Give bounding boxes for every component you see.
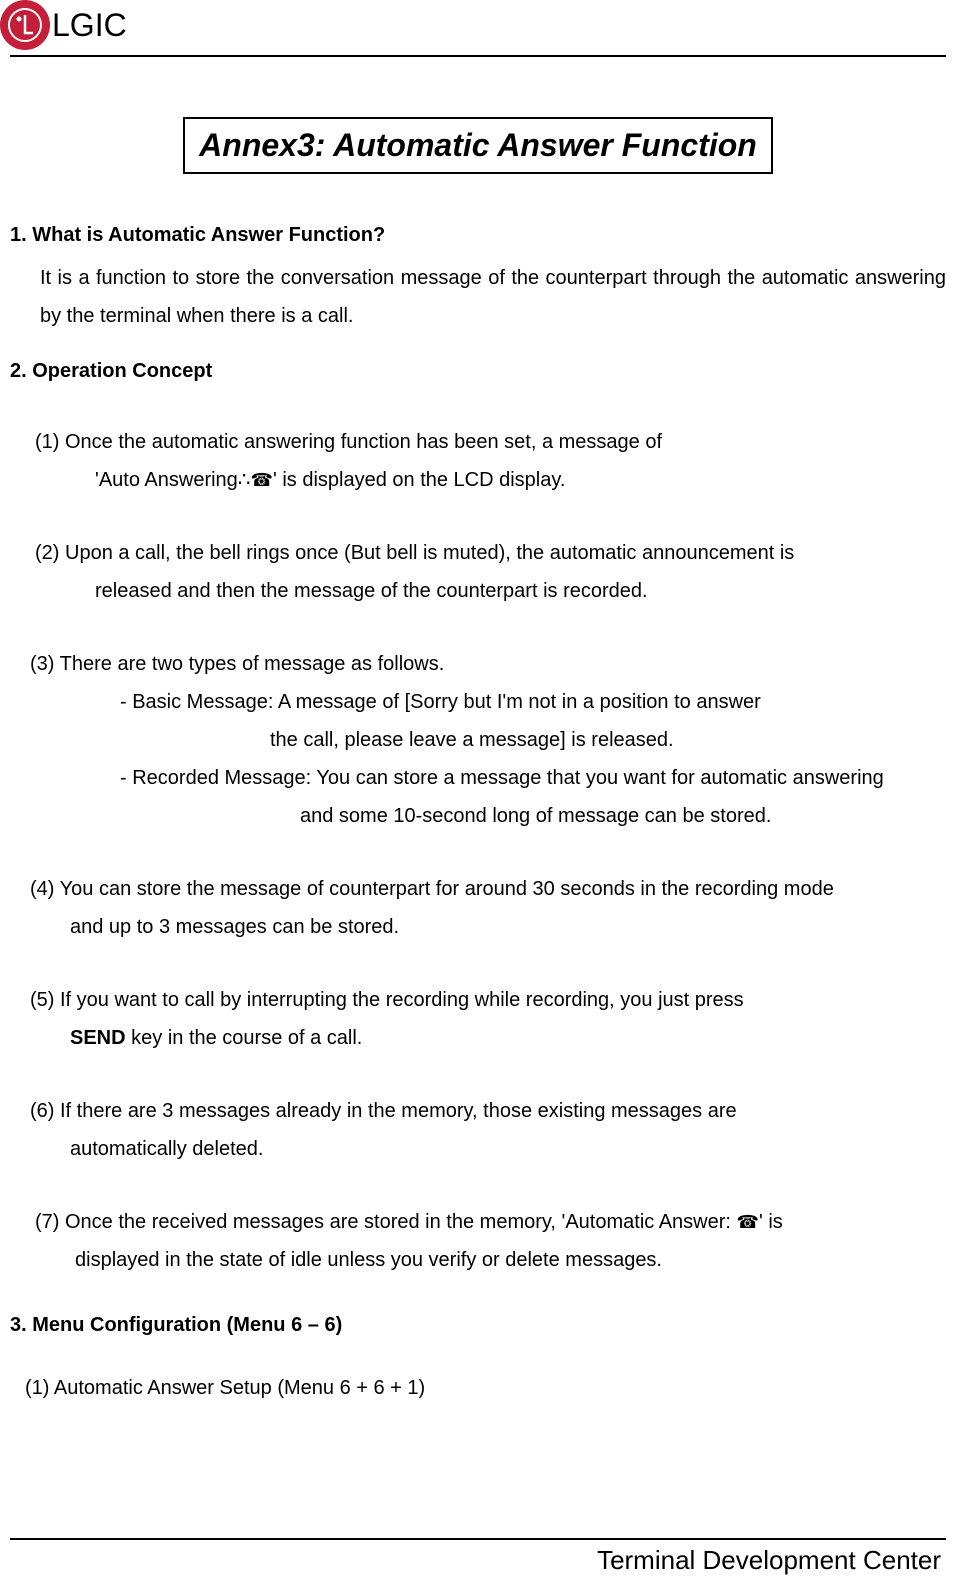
concept-item-7: (7) Once the received messages are store… (35, 1203, 946, 1279)
item-3-sub1: - Basic Message: A message of [Sorry but… (120, 691, 761, 713)
item-1-line1: (1) Once the automatic answering functio… (35, 431, 662, 453)
title-box: Annex3: Automatic Answer Function (183, 117, 773, 174)
concept-item-3: (3) There are two types of message as fo… (30, 645, 946, 835)
item-5-line2b: key in the course of a call. (126, 1027, 363, 1049)
section-1-heading: 1. What is Automatic Answer Function? (10, 224, 946, 247)
concept-item-1: (1) Once the automatic answering functio… (35, 423, 946, 499)
item-1-line2-wrapper: 'Auto Answering∴☎' is displayed on the L… (95, 469, 565, 491)
item-6-line2: automatically deleted. (70, 1138, 263, 1160)
item-4-line2: and up to 3 messages can be stored. (70, 916, 399, 938)
footer-divider (10, 1538, 946, 1540)
section-2-heading: 2. Operation Concept (10, 360, 946, 383)
content-area: 1. What is Automatic Answer Function? It… (0, 224, 956, 1400)
item-5-line2-wrapper: SEND key in the course of a call. (70, 1027, 362, 1049)
item-1-line2a: 'Auto Answering∴ (95, 469, 251, 491)
phone-icon-2: ☎ (737, 1205, 759, 1239)
item-4-line1: (4) You can store the message of counter… (30, 878, 834, 900)
item-2-line1: (2) Upon a call, the bell rings once (Bu… (35, 542, 794, 564)
lg-logo-icon (0, 0, 50, 50)
item-7-line1b: ' is (759, 1211, 783, 1233)
page-footer: Terminal Development Center (0, 1538, 956, 1576)
section-1-body: It is a function to store the conversati… (40, 259, 946, 335)
item-2-line2: released and then the message of the cou… (95, 580, 648, 602)
concept-item-2: (2) Upon a call, the bell rings once (Bu… (35, 534, 946, 610)
item-1-line2b: ' is displayed on the LCD display. (273, 469, 566, 491)
item-3-line1: (3) There are two types of message as fo… (30, 653, 444, 675)
title-container: Annex3: Automatic Answer Function (0, 57, 956, 224)
concept-item-5: (5) If you want to call by interrupting … (30, 981, 946, 1057)
concept-item-6: (6) If there are 3 messages already in t… (30, 1092, 946, 1168)
send-key-label: SEND (70, 1027, 126, 1049)
phone-icon: ☎ (251, 463, 273, 497)
menu-config-item-1: (1) Automatic Answer Setup (Menu 6 + 6 +… (25, 1377, 946, 1400)
header-brand-text: LGIC (52, 7, 127, 44)
concept-item-4: (4) You can store the message of counter… (30, 870, 946, 946)
page-header: LGIC (0, 0, 956, 55)
item-6-line1: (6) If there are 3 messages already in t… (30, 1100, 737, 1122)
item-3-sub2-cont: and some 10-second long of message can b… (300, 805, 771, 827)
item-7-line2: displayed in the state of idle unless yo… (75, 1249, 662, 1271)
page-title: Annex3: Automatic Answer Function (199, 127, 757, 164)
item-5-line1: (5) If you want to call by interrupting … (30, 989, 744, 1011)
item-3-sub1-cont: the call, please leave a message] is rel… (270, 729, 674, 751)
item-7-line1a: (7) Once the received messages are store… (35, 1211, 737, 1233)
item-3-sub2: - Recorded Message: You can store a mess… (120, 767, 884, 789)
footer-text: Terminal Development Center (10, 1545, 946, 1576)
section-3-heading: 3. Menu Configuration (Menu 6 – 6) (10, 1314, 946, 1337)
